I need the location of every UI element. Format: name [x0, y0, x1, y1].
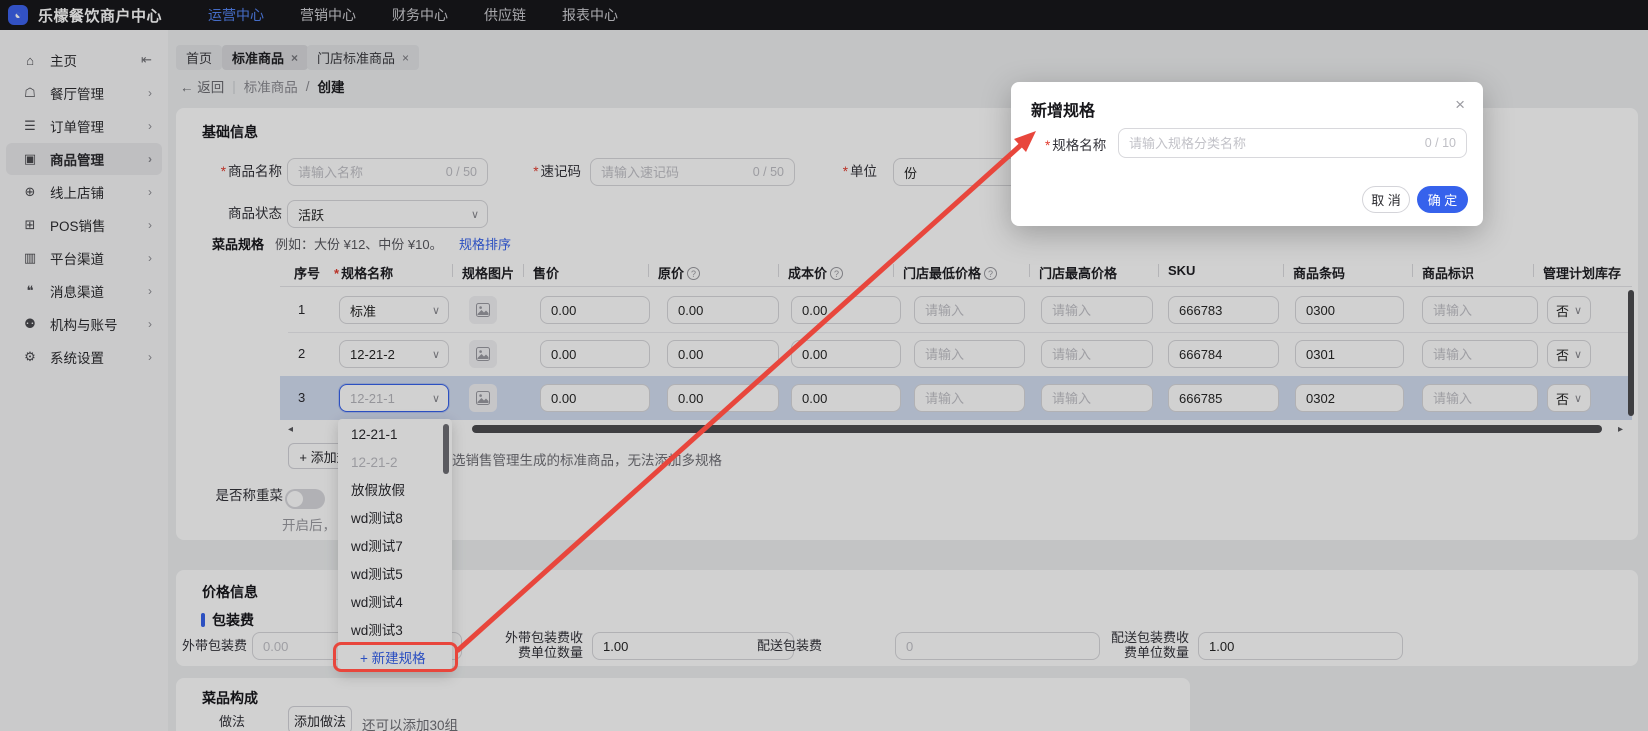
spec-name-modal-field[interactable]: 0 / 10	[1118, 128, 1467, 158]
modal-title: 新增规格	[1031, 103, 1096, 120]
cancel-button[interactable]: 取 消	[1362, 186, 1410, 213]
spec-name-modal-input[interactable]	[1129, 135, 1419, 151]
app-root: ◐ 乐檬餐饮商户中心 运营中心 营销中心 财务中心 供应链 报表中心 ⌂ 主页 …	[0, 0, 1648, 731]
char-counter: 0 / 10	[1424, 136, 1456, 150]
spec-name-modal-label: * 规格名称	[1045, 138, 1107, 153]
new-spec-modal: 新增规格 × *规格名称 0 / 10 取 消 确 定	[1011, 82, 1483, 226]
confirm-button[interactable]: 确 定	[1417, 186, 1468, 213]
close-icon[interactable]: ×	[1455, 95, 1465, 115]
